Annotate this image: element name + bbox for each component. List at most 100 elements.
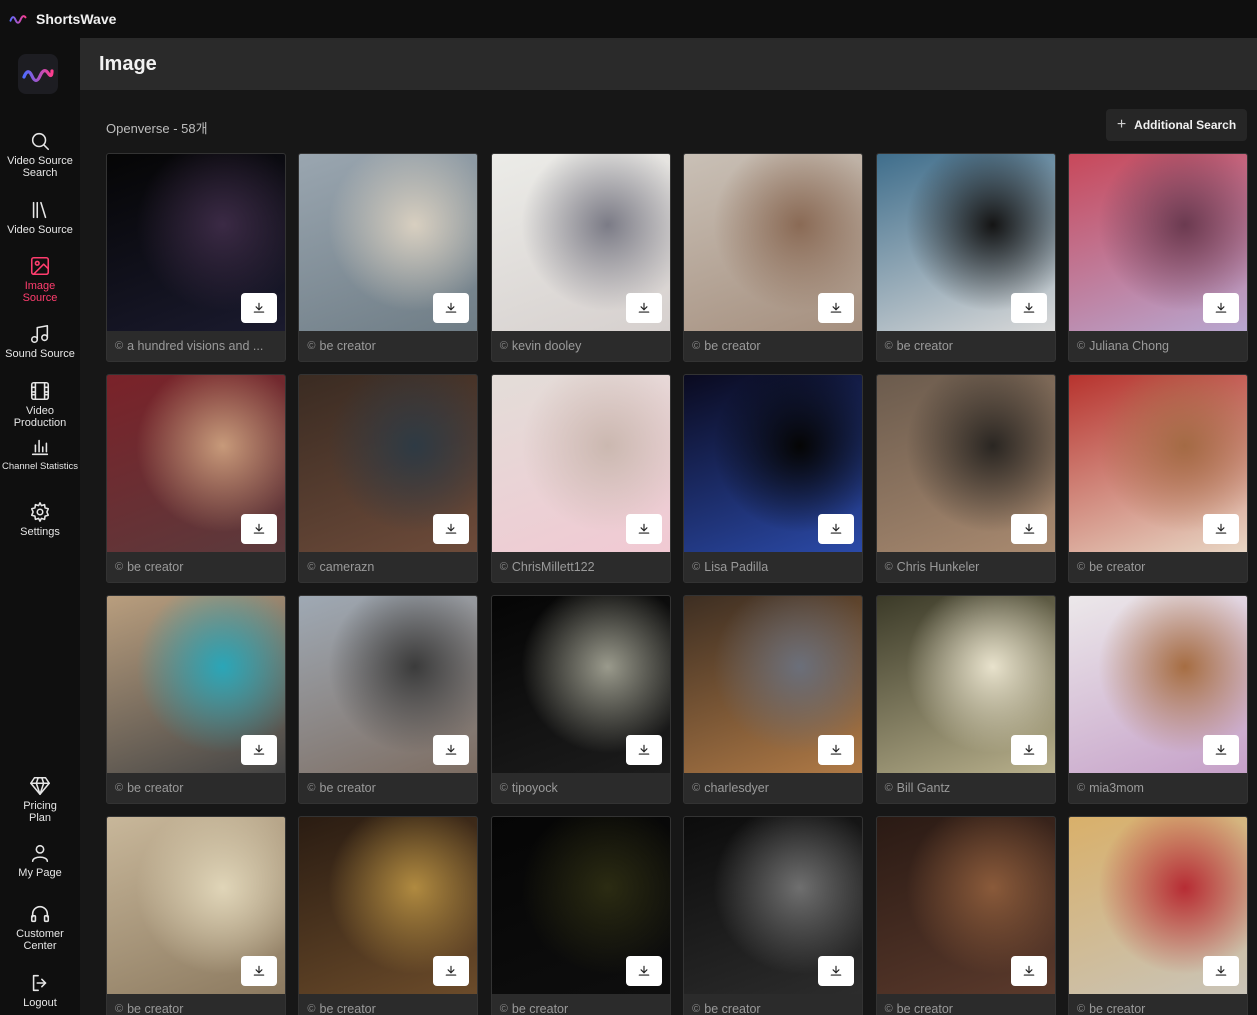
nav-video-source[interactable]: Video Source (0, 199, 80, 236)
download-icon (253, 523, 265, 534)
image-card[interactable]: © be creator (298, 816, 479, 1015)
creative-commons-icon: © (884, 340, 893, 352)
image-card[interactable]: © Bill Gantz (875, 595, 1056, 804)
download-button[interactable] (241, 293, 277, 323)
creative-commons-icon: © (884, 561, 893, 573)
image-card[interactable]: © mia3mom (1067, 595, 1248, 804)
image-card[interactable]: © charlesdyer (683, 595, 864, 804)
library-icon (32, 201, 47, 219)
download-button[interactable] (818, 293, 855, 323)
download-button[interactable] (625, 735, 662, 765)
nav-channel-statistics[interactable]: Channel Statistics (0, 436, 80, 473)
download-button[interactable] (1010, 293, 1047, 323)
image-card[interactable]: © camerazn (298, 374, 479, 583)
download-button[interactable] (1010, 956, 1047, 986)
credit-author: be creator (319, 1002, 376, 1015)
download-button[interactable] (818, 735, 855, 765)
image-card[interactable]: © be creator (298, 595, 479, 804)
image-thumbnail[interactable] (876, 817, 1055, 994)
image-card[interactable]: © Chris Hunkeler (875, 374, 1056, 583)
creative-commons-icon: © (1076, 1003, 1086, 1015)
credit-author: charlesdyer (704, 781, 769, 795)
image-card[interactable]: © Lisa Padilla (683, 374, 864, 583)
download-button[interactable] (1202, 293, 1239, 323)
credit-author: be creator (896, 339, 953, 353)
app-topbar: ShortsWave (0, 0, 1257, 38)
image-thumbnail[interactable] (491, 375, 670, 552)
download-button[interactable] (818, 956, 855, 986)
download-button[interactable] (1202, 956, 1239, 986)
image-card[interactable]: © be creator (683, 816, 864, 1015)
download-button[interactable] (433, 956, 470, 986)
image-card[interactable]: © Juliana Chong (1067, 153, 1248, 362)
download-button[interactable] (625, 293, 662, 323)
image-card[interactable]: © be creator (1067, 374, 1248, 583)
image-card[interactable]: © be creator (875, 153, 1056, 362)
image-card[interactable]: © be creator (1067, 816, 1248, 1015)
image-thumbnail[interactable] (1068, 375, 1247, 552)
image-thumbnail[interactable] (107, 154, 285, 331)
film-icon (30, 381, 50, 401)
image-thumbnail[interactable] (684, 154, 863, 331)
download-button[interactable] (1010, 735, 1047, 765)
download-button[interactable] (1010, 514, 1047, 544)
image-thumbnail[interactable] (876, 154, 1055, 331)
download-button[interactable] (241, 514, 277, 544)
creative-commons-icon: © (692, 561, 701, 573)
download-button[interactable] (433, 293, 470, 323)
nav-settings[interactable]: Settings (0, 501, 80, 538)
image-card[interactable]: © be creator (683, 153, 864, 362)
download-button[interactable] (1202, 735, 1239, 765)
image-thumbnail[interactable] (491, 154, 670, 331)
download-button[interactable] (625, 514, 662, 544)
image-thumbnail[interactable] (684, 817, 863, 994)
nav-my-page[interactable]: My Page (0, 842, 80, 879)
image-card[interactable]: © be creator (106, 374, 286, 583)
image-card[interactable]: © be creator (106, 595, 286, 804)
image-thumbnail[interactable] (491, 596, 670, 773)
image-thumbnail[interactable] (876, 375, 1055, 552)
nav-pricing-plan[interactable]: Pricing Plan (0, 775, 80, 824)
image-thumbnail[interactable] (684, 375, 863, 552)
image-card[interactable]: © be creator (298, 153, 479, 362)
image-thumbnail[interactable] (299, 154, 478, 331)
image-thumbnail[interactable] (107, 375, 285, 552)
image-card[interactable]: © be creator (106, 816, 286, 1015)
download-button[interactable] (1202, 514, 1239, 544)
image-thumbnail[interactable] (876, 596, 1055, 773)
image-thumbnail[interactable] (299, 375, 478, 552)
image-card[interactable]: © kevin dooley (490, 153, 671, 362)
image-thumbnail[interactable] (299, 596, 478, 773)
download-button[interactable] (433, 735, 470, 765)
download-button[interactable] (241, 956, 277, 986)
nav-logout[interactable]: Logout (0, 972, 80, 1009)
nav-customer-center[interactable]: Customer Center (0, 903, 80, 952)
image-credit: © be creator (107, 552, 285, 582)
image-thumbnail[interactable] (491, 817, 670, 994)
download-button[interactable] (625, 956, 662, 986)
download-icon (1023, 302, 1034, 313)
image-thumbnail[interactable] (1068, 596, 1247, 773)
image-thumbnail[interactable] (1068, 817, 1247, 994)
image-thumbnail[interactable] (684, 596, 863, 773)
image-card[interactable]: © tipoyock (490, 595, 671, 804)
image-card[interactable]: © be creator (875, 816, 1056, 1015)
image-card[interactable]: © be creator (490, 816, 671, 1015)
image-thumbnail[interactable] (107, 817, 285, 994)
image-credit: © mia3mom (1069, 773, 1247, 803)
image-thumbnail[interactable] (299, 817, 478, 994)
image-thumbnail[interactable] (1068, 154, 1247, 331)
image-thumbnail[interactable] (107, 596, 285, 773)
nav-video-production[interactable]: Video Production (0, 380, 80, 429)
image-card[interactable]: © a hundred visions and ... (106, 153, 286, 362)
creative-commons-icon: © (115, 340, 124, 352)
additional-search-button[interactable]: + Additional Search (1106, 109, 1247, 141)
download-button[interactable] (241, 735, 277, 765)
image-card[interactable]: © ChrisMillett122 (490, 374, 671, 583)
download-button[interactable] (818, 514, 855, 544)
nav-video-source-search[interactable]: Video Source Search (0, 130, 80, 179)
download-button[interactable] (433, 514, 470, 544)
nav-image-source[interactable]: Image Source (0, 255, 80, 304)
nav-sound-source[interactable]: Sound Source (0, 323, 80, 360)
brand-logo[interactable] (18, 54, 58, 94)
